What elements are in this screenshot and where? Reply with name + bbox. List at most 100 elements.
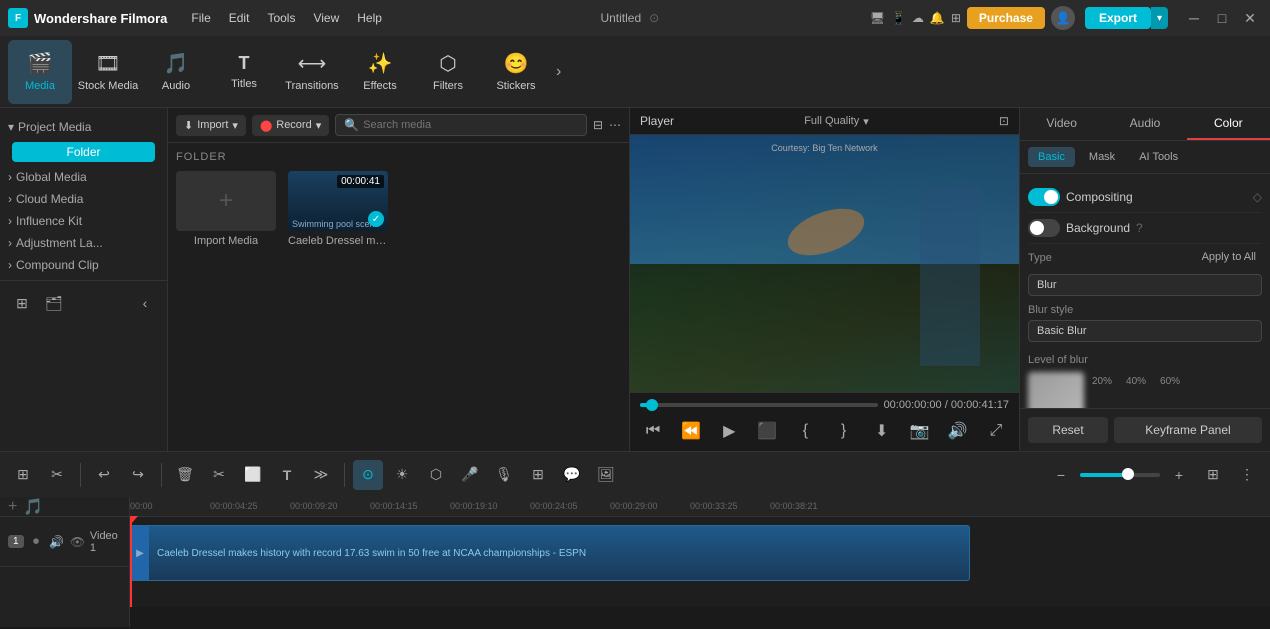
- video-clip[interactable]: ▶ Caeleb Dressel makes history with reco…: [130, 525, 970, 581]
- maximize-button[interactable]: □: [1210, 6, 1234, 30]
- close-button[interactable]: ✕: [1238, 6, 1262, 30]
- crop-button[interactable]: ⬜: [238, 460, 268, 490]
- go-to-start-button[interactable]: ⏮: [640, 417, 666, 445]
- sidebar-item-adjustment-layer[interactable]: › Adjustment La...: [0, 232, 167, 254]
- text-button[interactable]: T: [272, 460, 302, 490]
- sidebar-folder-button[interactable]: Folder: [12, 142, 155, 162]
- sidebar-item-project-media[interactable]: ▾ Project Media: [0, 116, 167, 138]
- add-audio-track-button[interactable]: 🎵: [23, 497, 43, 517]
- blur-style-select[interactable]: Basic Blur: [1028, 320, 1262, 342]
- toolbar-stickers[interactable]: 😊 Stickers: [484, 40, 548, 104]
- menu-file[interactable]: File: [183, 9, 218, 27]
- tab-color[interactable]: Color: [1187, 108, 1270, 140]
- add-track-button[interactable]: ⊞: [523, 460, 553, 490]
- user-avatar[interactable]: 👤: [1051, 6, 1075, 30]
- add-folder-icon[interactable]: ⊞: [8, 289, 36, 317]
- toolbar-media[interactable]: 🎬 Media: [8, 40, 72, 104]
- toolbar-stock-media[interactable]: 🎞 Stock Media: [76, 40, 140, 104]
- undo-button[interactable]: ↩: [89, 460, 119, 490]
- compositing-toggle[interactable]: [1028, 188, 1060, 206]
- step-back-button[interactable]: ⏪: [678, 417, 704, 445]
- fit-button[interactable]: ⤢: [983, 417, 1009, 445]
- background-help-icon: ?: [1136, 221, 1143, 235]
- more-layout-button[interactable]: ⋮: [1232, 460, 1262, 490]
- track-hide-button[interactable]: 👁: [69, 532, 86, 552]
- sub-tab-basic[interactable]: Basic: [1028, 147, 1075, 167]
- sub-tab-mask[interactable]: Mask: [1079, 147, 1125, 167]
- search-input[interactable]: [363, 119, 578, 131]
- fullscreen-icon[interactable]: ⊡: [999, 114, 1009, 128]
- mark-out-button[interactable]: }: [831, 417, 857, 445]
- toolbar-audio[interactable]: 🎵 Audio: [144, 40, 208, 104]
- menu-edit[interactable]: Edit: [221, 9, 258, 27]
- add-video-track-button[interactable]: +: [8, 498, 17, 516]
- toolbar-effects[interactable]: ✨ Effects: [348, 40, 412, 104]
- time-mark-5: 00:00:24:05: [530, 501, 578, 511]
- menu-tools[interactable]: Tools: [259, 9, 303, 27]
- sub-tab-ai-tools[interactable]: AI Tools: [1129, 147, 1188, 167]
- import-media-thumb[interactable]: +: [176, 171, 276, 231]
- import-button[interactable]: ⬇ Import ▾: [176, 115, 246, 136]
- subtitle-button[interactable]: 💬: [557, 460, 587, 490]
- keyframe-panel-button[interactable]: Keyframe Panel: [1114, 417, 1262, 443]
- export-button[interactable]: Export: [1085, 7, 1151, 29]
- cut-button[interactable]: ✂: [204, 460, 234, 490]
- record-button[interactable]: ⬤ Record ▾: [252, 115, 329, 136]
- toolbar-filters[interactable]: ⬡ Filters: [416, 40, 480, 104]
- menu-help[interactable]: Help: [349, 9, 390, 27]
- track-record-button[interactable]: ⏺: [28, 532, 45, 552]
- snapshot-button[interactable]: 📷: [907, 417, 933, 445]
- stop-button[interactable]: ⬛: [754, 417, 780, 445]
- collapse-sidebar-icon[interactable]: ‹: [131, 289, 159, 317]
- filter-icon[interactable]: ⊟: [593, 118, 603, 132]
- more-options-icon[interactable]: ⋯: [609, 118, 621, 132]
- toolbar-expand-icon[interactable]: ›: [552, 59, 565, 85]
- tab-audio[interactable]: Audio: [1103, 108, 1186, 140]
- main-content: ▾ Project Media Folder › Global Media › …: [0, 108, 1270, 451]
- audio-button-tl[interactable]: 🎤: [455, 460, 485, 490]
- sidebar-item-global-media[interactable]: › Global Media: [0, 166, 167, 188]
- zoom-out-button[interactable]: −: [1046, 460, 1076, 490]
- compositing-expand-icon[interactable]: ◇: [1253, 190, 1262, 204]
- zoom-slider[interactable]: [1080, 473, 1160, 477]
- clip-handle-left[interactable]: ▶: [131, 526, 149, 580]
- voice-button[interactable]: 🎙: [489, 460, 519, 490]
- progress-thumb[interactable]: [646, 399, 658, 411]
- sidebar-item-cloud-media[interactable]: › Cloud Media: [0, 188, 167, 210]
- sidebar-item-influence-kit[interactable]: › Influence Kit: [0, 210, 167, 232]
- layout-button[interactable]: ⊞: [1198, 460, 1228, 490]
- sidebar-item-compound-clip[interactable]: › Compound Clip: [0, 254, 167, 276]
- snap-button[interactable]: ⬡: [421, 460, 451, 490]
- picture-button[interactable]: 🖼: [591, 460, 621, 490]
- ripple-button[interactable]: ☀: [387, 460, 417, 490]
- mark-in-button[interactable]: {: [792, 417, 818, 445]
- toolbar-transitions[interactable]: ⟷ Transitions: [280, 40, 344, 104]
- minimize-button[interactable]: ─: [1182, 6, 1206, 30]
- apply-to-all-button[interactable]: Apply to All: [1196, 249, 1262, 265]
- reset-button[interactable]: Reset: [1028, 417, 1108, 443]
- tab-video[interactable]: Video: [1020, 108, 1103, 140]
- split-button[interactable]: ✂: [42, 460, 72, 490]
- video-thumb[interactable]: Swimming pool scene 00:00:41 ✓: [288, 171, 388, 231]
- add-to-timeline-button[interactable]: ⬇: [869, 417, 895, 445]
- chevron-right-icon: ›: [8, 170, 12, 184]
- add-item-icon[interactable]: 🗂: [40, 289, 68, 317]
- background-toggle[interactable]: [1028, 219, 1060, 237]
- export-dropdown-button[interactable]: ▾: [1151, 7, 1168, 29]
- more-button[interactable]: ≫: [306, 460, 336, 490]
- play-button[interactable]: ▶: [716, 417, 742, 445]
- toolbar-titles[interactable]: T Titles: [212, 40, 276, 104]
- zoom-thumb[interactable]: [1122, 468, 1134, 480]
- zoom-in-button[interactable]: +: [1164, 460, 1194, 490]
- redo-button[interactable]: ↪: [123, 460, 153, 490]
- blur-type-select[interactable]: Blur: [1028, 274, 1262, 296]
- track-mute-button[interactable]: 🔊: [48, 532, 65, 552]
- purchase-button[interactable]: Purchase: [967, 7, 1045, 29]
- delete-button[interactable]: 🗑: [170, 460, 200, 490]
- menu-view[interactable]: View: [305, 9, 347, 27]
- quality-selector[interactable]: Full Quality ▾: [804, 115, 869, 128]
- audio-button[interactable]: 🔊: [945, 417, 971, 445]
- scene-detect-button[interactable]: ⊞: [8, 460, 38, 490]
- clip-mode-button[interactable]: ⊙: [353, 460, 383, 490]
- progress-bar[interactable]: [640, 403, 878, 407]
